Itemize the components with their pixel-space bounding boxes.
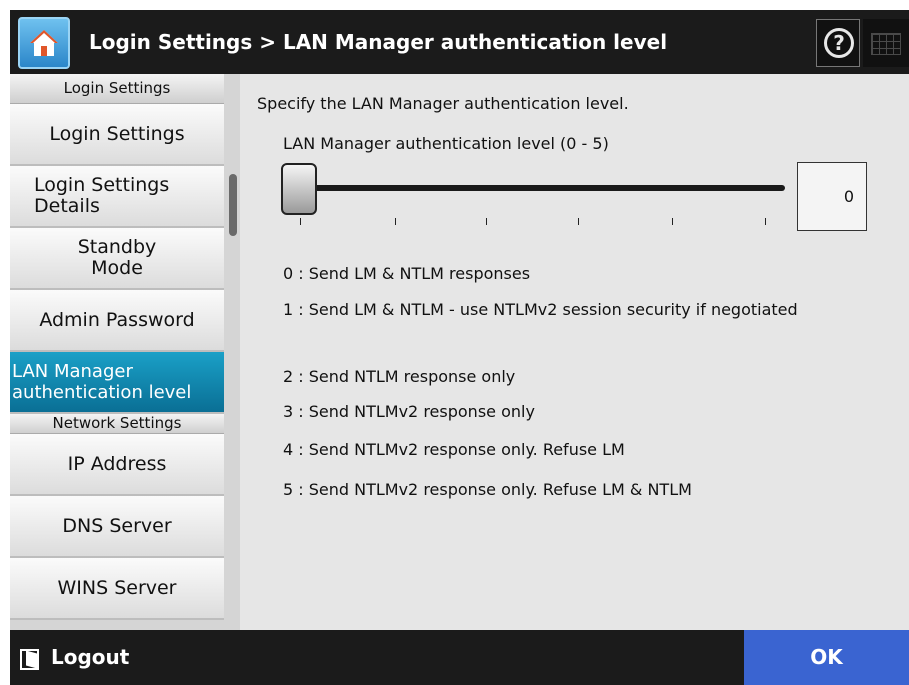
page-title: Login Settings > LAN Manager authenticat… xyxy=(89,30,668,54)
instruction-text: Specify the LAN Manager authentication l… xyxy=(257,94,629,113)
slider-thumb[interactable] xyxy=(281,163,317,215)
logout-icon xyxy=(20,649,39,670)
logout-label: Logout xyxy=(51,645,130,669)
slider-tick xyxy=(672,218,673,225)
level-description-3: 3 : Send NTLMv2 response only xyxy=(283,402,535,421)
main-panel: Specify the LAN Manager authentication l… xyxy=(240,74,909,630)
sidebar-list: Login Settings Login Settings Login Sett… xyxy=(10,74,224,620)
help-button[interactable]: ? xyxy=(816,19,860,67)
slider-tick xyxy=(486,218,487,225)
slider-tick xyxy=(300,218,301,225)
sidebar-section-login-settings: Login Settings xyxy=(10,74,224,104)
keyboard-icon xyxy=(871,33,901,55)
ok-button[interactable]: OK xyxy=(744,630,909,685)
level-description-2: 2 : Send NTLM response only xyxy=(283,367,516,386)
level-description-1: 1 : Send LM & NTLM - use NTLMv2 session … xyxy=(283,300,798,319)
sidebar-item-standby-mode[interactable]: Standby Mode xyxy=(10,228,224,290)
slider-tick xyxy=(578,218,579,225)
help-icon: ? xyxy=(824,28,854,58)
slider-label: LAN Manager authentication level (0 - 5) xyxy=(283,134,609,153)
sidebar-item-login-settings[interactable]: Login Settings xyxy=(10,104,224,166)
sidebar-item-ip-address[interactable]: IP Address xyxy=(10,434,224,496)
level-description-5: 5 : Send NTLMv2 response only. Refuse LM… xyxy=(283,480,692,499)
sidebar-item-login-settings-details[interactable]: Login Settings Details xyxy=(10,166,224,228)
logout-button[interactable]: Logout xyxy=(10,630,162,685)
sidebar-scrollbar[interactable] xyxy=(227,74,240,630)
slider-tick xyxy=(395,218,396,225)
sidebar-item-lan-manager-authentication-level[interactable]: LAN Manager authentication level xyxy=(10,352,224,414)
sidebar-item-dns-server[interactable]: DNS Server xyxy=(10,496,224,558)
sidebar-item-wins-server[interactable]: WINS Server xyxy=(10,558,224,620)
sidebar-item-admin-password[interactable]: Admin Password xyxy=(10,290,224,352)
title-bar: Login Settings > LAN Manager authenticat… xyxy=(10,10,909,74)
home-icon xyxy=(30,30,58,56)
slider-tick xyxy=(765,218,766,225)
slider-track[interactable] xyxy=(300,185,785,191)
footer-bar: Logout OK xyxy=(10,630,909,685)
sidebar-scroll-thumb[interactable] xyxy=(229,174,237,236)
level-description-0: 0 : Send LM & NTLM responses xyxy=(283,264,531,283)
keyboard-button[interactable] xyxy=(863,19,909,67)
home-button[interactable] xyxy=(18,17,70,69)
sidebar-section-network-settings: Network Settings xyxy=(10,414,224,434)
level-value-box: 0 xyxy=(797,162,867,231)
level-description-4: 4 : Send NTLMv2 response only. Refuse LM xyxy=(283,440,625,459)
sidebar: Login Settings Login Settings Login Sett… xyxy=(10,74,240,630)
